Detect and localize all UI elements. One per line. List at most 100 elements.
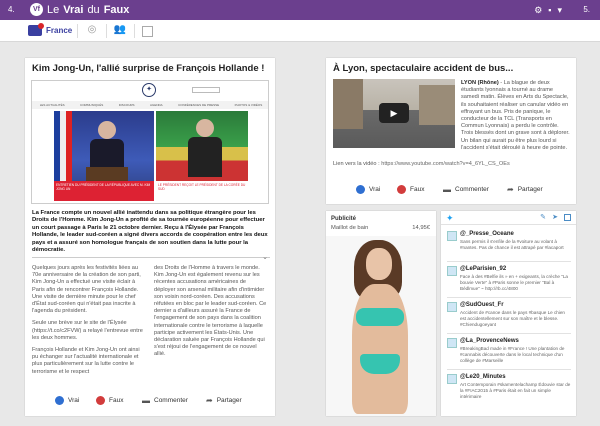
users-icon[interactable]: 👥 — [113, 24, 127, 38]
faux-button[interactable]: Faux — [96, 395, 124, 405]
vrai-button[interactable]: Vrai — [55, 395, 80, 405]
twitter-card: ✦ ✎ ➤ @_Presse_Oceane Sans permis il s'e… — [441, 211, 576, 416]
elysee-search-input — [192, 87, 220, 93]
share-label: Partager — [216, 396, 242, 404]
image-caption-right: LE PRÉSIDENT REÇOIT LE PRÉSIDENT DE LA C… — [156, 181, 248, 201]
elysee-nav-item: PHOTOS & VIDÉOS — [234, 103, 263, 107]
vrai-label: Vrai — [68, 396, 80, 404]
comment-icon: ▬ — [142, 395, 150, 405]
lectern — [86, 167, 128, 181]
faux-icon — [397, 184, 406, 194]
app-logo[interactable]: Vf Le Vrai du Faux — [30, 3, 129, 16]
avatar — [447, 231, 457, 241]
play-button[interactable]: ▶ — [379, 103, 409, 123]
send-icon[interactable]: ➤ — [552, 213, 558, 221]
faux-label: Faux — [410, 185, 425, 193]
tweet-handle: @La_ProvenceNews — [460, 338, 519, 344]
top-bar: 4. Vf Le Vrai du Faux ⚙ ▪ ▾ 5. — [0, 0, 600, 20]
bookmark-icon[interactable]: ▪ — [548, 5, 551, 16]
ad-card[interactable]: Publicité Maillot de bain 14,95€ — [326, 211, 436, 416]
article-main-title[interactable]: Kim Jong-Un, l'allié surprise de Françoi… — [32, 63, 272, 74]
article-lyon-text-right: LYON (Rhône) - La blague de deux étudian… — [461, 80, 571, 152]
logo-text-pre: Le — [47, 3, 60, 16]
divider — [447, 369, 571, 370]
globe-icon[interactable]: ◎ — [85, 24, 99, 38]
top-icons: ⚙ ▪ ▾ — [534, 5, 562, 16]
share-button[interactable]: ➦ Partager — [507, 185, 543, 194]
video-link-row: Lien vers la vidéo : https://www.youtube… — [333, 161, 573, 167]
chevron-down-icon[interactable]: ▾ — [557, 5, 562, 16]
faux-label: Faux — [109, 396, 124, 404]
chat-icon[interactable] — [28, 23, 44, 36]
expand-icon[interactable] — [564, 214, 571, 221]
sub-bar: France ◎ 👥 — [0, 20, 600, 42]
elysee-nav-item: DISCOURS — [118, 103, 135, 107]
ad-label: Publicité — [331, 216, 357, 222]
elysee-nav-item: CONFÉRENCES DE PRESSE — [178, 103, 220, 107]
image-caption-left: ENTRETIEN DU PRÉSIDENT DE LA RÉPUBLIQUE … — [54, 181, 154, 201]
vrai-icon — [55, 395, 64, 405]
article-main-column-1: Quelques jours après les festivités liée… — [32, 265, 146, 376]
avatar — [447, 266, 457, 276]
building-shape — [419, 85, 455, 125]
elysee-logo-icon: ✦ — [142, 83, 156, 97]
chevron-down-icon[interactable]: ⌄ — [262, 253, 268, 261]
avatar — [447, 338, 457, 348]
photo-kim: LE PRÉSIDENT REÇOIT LE PRÉSIDENT DE LA C… — [156, 111, 248, 201]
twitter-header: ✦ ✎ ➤ — [441, 211, 576, 225]
play-icon: ▶ — [390, 107, 398, 118]
layout-icon[interactable] — [142, 26, 153, 37]
tweet-handle: @_Presse_Oceane — [460, 231, 514, 237]
photo-hollande: ENTRETIEN DU PRÉSIDENT DE LA RÉPUBLIQUE … — [54, 111, 154, 201]
elysee-nav-item: LES ACTUALITÉS — [39, 103, 65, 107]
elysee-header: ✦ — [32, 81, 268, 101]
paragraph: Seule une brève sur le site de l'Élysée … — [32, 320, 143, 341]
logo-mark: Vf — [30, 3, 43, 16]
avatar — [447, 374, 457, 384]
vrai-label: Vrai — [369, 185, 381, 193]
comment-label: Commenter — [455, 185, 489, 193]
article-main-image: ✦ LES ACTUALITÉS COMMUNIQUÉS DISCOURS AG… — [31, 80, 269, 204]
pin-icon[interactable]: ✎ — [540, 213, 546, 221]
share-icon: ➦ — [206, 395, 213, 405]
country-tab-france[interactable]: France — [46, 26, 72, 35]
video-thumbnail[interactable]: ▶ — [333, 79, 455, 148]
article-lyon-title[interactable]: À Lyon, spectaculaire accident de bus... — [333, 63, 573, 74]
person-head — [98, 121, 116, 139]
person-head — [196, 119, 214, 137]
divider — [447, 333, 571, 334]
paragraph: François Hollande et Kim Jong-Un ont ain… — [32, 347, 140, 375]
tweet-text: Sans permis il s'enfile de la #voiture a… — [460, 239, 564, 250]
video-link[interactable]: https://www.youtube.com/watch?v=4_6YL_CS… — [381, 161, 510, 167]
tweet-text: #BreakingBad made in #France ! Une plant… — [460, 346, 565, 363]
comment-button[interactable]: ▬ Commenter — [142, 396, 188, 405]
ad-product: Maillot de bain — [331, 225, 369, 231]
share-label: Partager — [517, 185, 543, 193]
share-button[interactable]: ➦ Partager — [206, 396, 242, 405]
elysee-nav-item: AGENDA — [150, 103, 163, 107]
gear-icon[interactable]: ⚙ — [534, 5, 542, 16]
article-lyon-card: À Lyon, spectaculaire accident de bus...… — [326, 58, 576, 204]
tweet-handle: @LeParisien_92 — [460, 266, 507, 272]
comment-button[interactable]: ▬ Commenter — [443, 185, 489, 194]
body-shape — [352, 284, 408, 414]
divider — [447, 261, 571, 262]
twitter-icon: ✦ — [446, 213, 454, 223]
video-link-label: Lien vers la vidéo : — [333, 161, 382, 167]
tweet-handle: @Le20_Minutes — [460, 374, 506, 380]
building-shape — [333, 79, 363, 129]
article-lyon-body: - La blague de deux étudiants lyonnais a… — [461, 80, 570, 151]
page-number-right: 5. — [583, 5, 590, 14]
logo-text-bold: Vrai — [63, 3, 84, 16]
face-shape — [366, 248, 392, 280]
vrai-button[interactable]: Vrai — [356, 184, 381, 194]
swimsuit-top — [356, 308, 404, 326]
article-main-column-2: des Droits de l'Homme à travers le monde… — [154, 265, 268, 359]
divider — [134, 24, 135, 38]
elysee-nav-item: COMMUNIQUÉS — [80, 103, 104, 107]
faux-button[interactable]: Faux — [397, 184, 425, 194]
divider — [447, 297, 571, 298]
faux-icon — [96, 395, 105, 405]
comment-label: Commenter — [154, 396, 188, 404]
logo-text-mid: du — [87, 3, 100, 16]
